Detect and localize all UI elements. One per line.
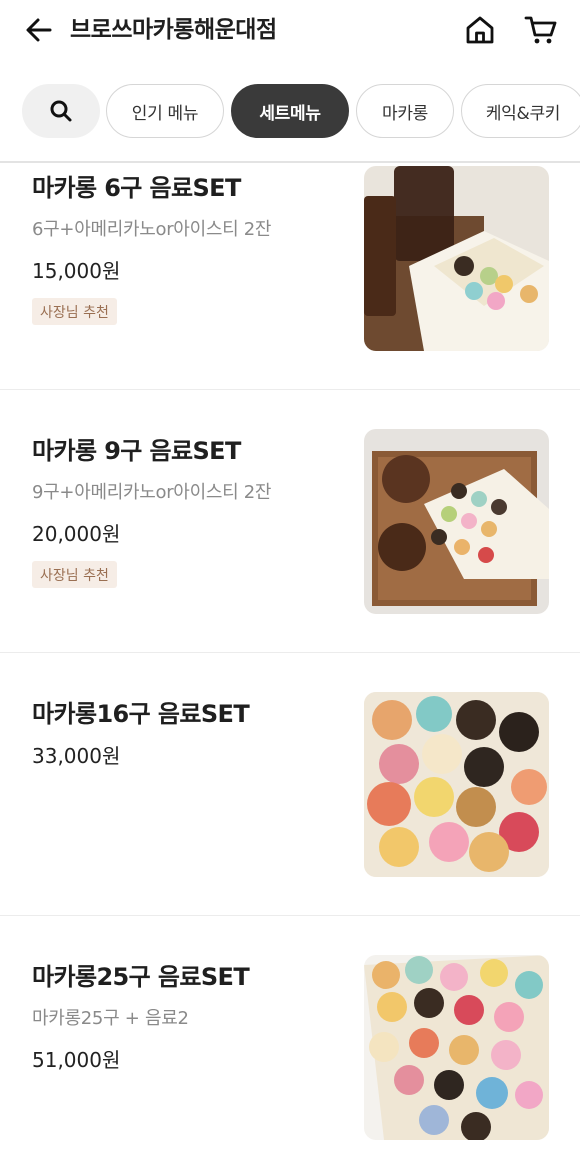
item-name: 마카롱25구 음료SET (32, 963, 250, 991)
app-header: 브로쓰마카롱해운대점 (0, 0, 580, 62)
recommend-badge: 사장님 추천 (32, 561, 117, 588)
home-button[interactable] (462, 12, 498, 48)
menu-item[interactable]: 마카롱16구 음료SET 33,000원 (0, 654, 580, 916)
menu-item[interactable]: 마카롱 6구 음료SET 6구+아메리카노or아이스티 2잔 15,000원 사… (0, 128, 580, 390)
item-price: 33,000원 (32, 744, 121, 768)
item-description: 6구+아메리카노or아이스티 2잔 (32, 219, 272, 240)
recommend-badge: 사장님 추천 (32, 298, 117, 325)
item-photo (364, 955, 549, 1140)
back-button[interactable] (22, 13, 56, 47)
item-photo (364, 429, 549, 614)
item-name: 마카롱 9구 음료SET (32, 437, 241, 465)
item-description: 마카롱25구 + 음료2 (32, 1008, 189, 1029)
item-price: 20,000원 (32, 522, 121, 546)
arrow-left-icon (26, 18, 52, 42)
menu-item[interactable]: 마카롱 9구 음료SET 9구+아메리카노or아이스티 2잔 20,000원 사… (0, 391, 580, 653)
home-icon (466, 16, 494, 44)
search-icon (50, 100, 72, 122)
cart-icon (524, 16, 557, 44)
menu-item[interactable]: 마카롱25구 음료SET 마카롱25구 + 음료2 51,000원 (0, 917, 580, 1149)
item-name: 마카롱 6구 음료SET (32, 174, 241, 202)
item-price: 51,000원 (32, 1048, 121, 1072)
cart-button[interactable] (522, 12, 560, 48)
store-title: 브로쓰마카롱해운대점 (70, 17, 277, 43)
item-photo (364, 166, 549, 351)
item-name: 마카롱16구 음료SET (32, 700, 250, 728)
item-price: 15,000원 (32, 259, 121, 283)
item-photo (364, 692, 549, 877)
item-description: 9구+아메리카노or아이스티 2잔 (32, 482, 272, 503)
